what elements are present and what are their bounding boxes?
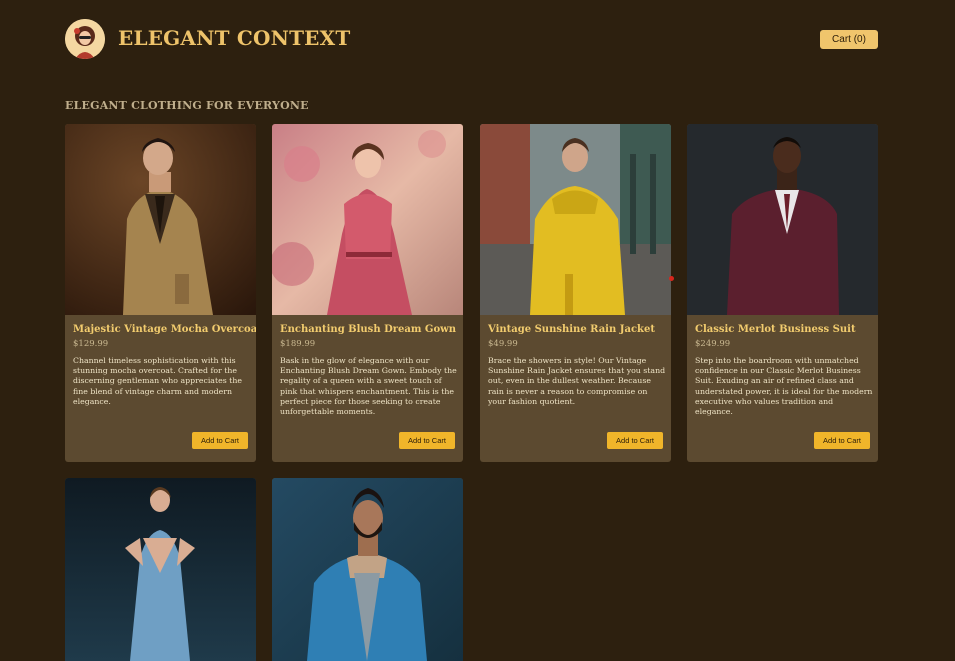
product-card: Classic Merlot Business Suit $249.99 Ste… [687, 124, 878, 462]
product-image[interactable] [272, 478, 463, 661]
product-price: $249.99 [695, 339, 731, 349]
add-to-cart-button[interactable]: Add to Cart [399, 432, 455, 449]
product-price: $49.99 [488, 339, 518, 349]
add-to-cart-button[interactable]: Add to Cart [192, 432, 248, 449]
product-image[interactable] [687, 124, 878, 315]
product-name[interactable]: Classic Merlot Business Suit [695, 324, 875, 335]
cursor-dot [669, 276, 674, 281]
site-header: ELEGANT CONTEXT Cart (0) [0, 0, 955, 80]
product-description: Brace the showers in style! Our Vintage … [488, 356, 666, 406]
product-image[interactable] [272, 124, 463, 315]
brand-name[interactable]: ELEGANT CONTEXT [118, 26, 350, 50]
product-name[interactable]: Vintage Sunshine Rain Jacket [488, 324, 668, 335]
product-card: Majestic Vintage Mocha Overcoat $129.99 … [65, 124, 256, 462]
product-card [272, 478, 463, 661]
add-to-cart-button[interactable]: Add to Cart [814, 432, 870, 449]
product-description: Channel timeless sophistication with thi… [73, 356, 242, 406]
product-image[interactable] [65, 124, 256, 315]
product-description: Step into the boardroom with unmatched c… [695, 356, 873, 417]
product-card: Vintage Sunshine Rain Jacket $49.99 Brac… [480, 124, 671, 462]
product-card [65, 478, 256, 661]
product-image[interactable] [65, 478, 256, 661]
cart-button[interactable]: Cart (0) [820, 30, 878, 49]
product-name[interactable]: Enchanting Blush Dream Gown [280, 324, 460, 335]
brand-logo[interactable] [65, 19, 105, 59]
product-image[interactable] [480, 124, 671, 315]
product-card: Enchanting Blush Dream Gown $189.99 Bask… [272, 124, 463, 462]
product-price: $129.99 [73, 339, 109, 349]
product-description: Bask in the glow of elegance with our En… [280, 356, 457, 417]
add-to-cart-button[interactable]: Add to Cart [607, 432, 663, 449]
product-name[interactable]: Majestic Vintage Mocha Overcoat [73, 324, 256, 335]
product-price: $189.99 [280, 339, 316, 349]
section-title: ELEGANT CLOTHING FOR EVERYONE [65, 99, 309, 112]
